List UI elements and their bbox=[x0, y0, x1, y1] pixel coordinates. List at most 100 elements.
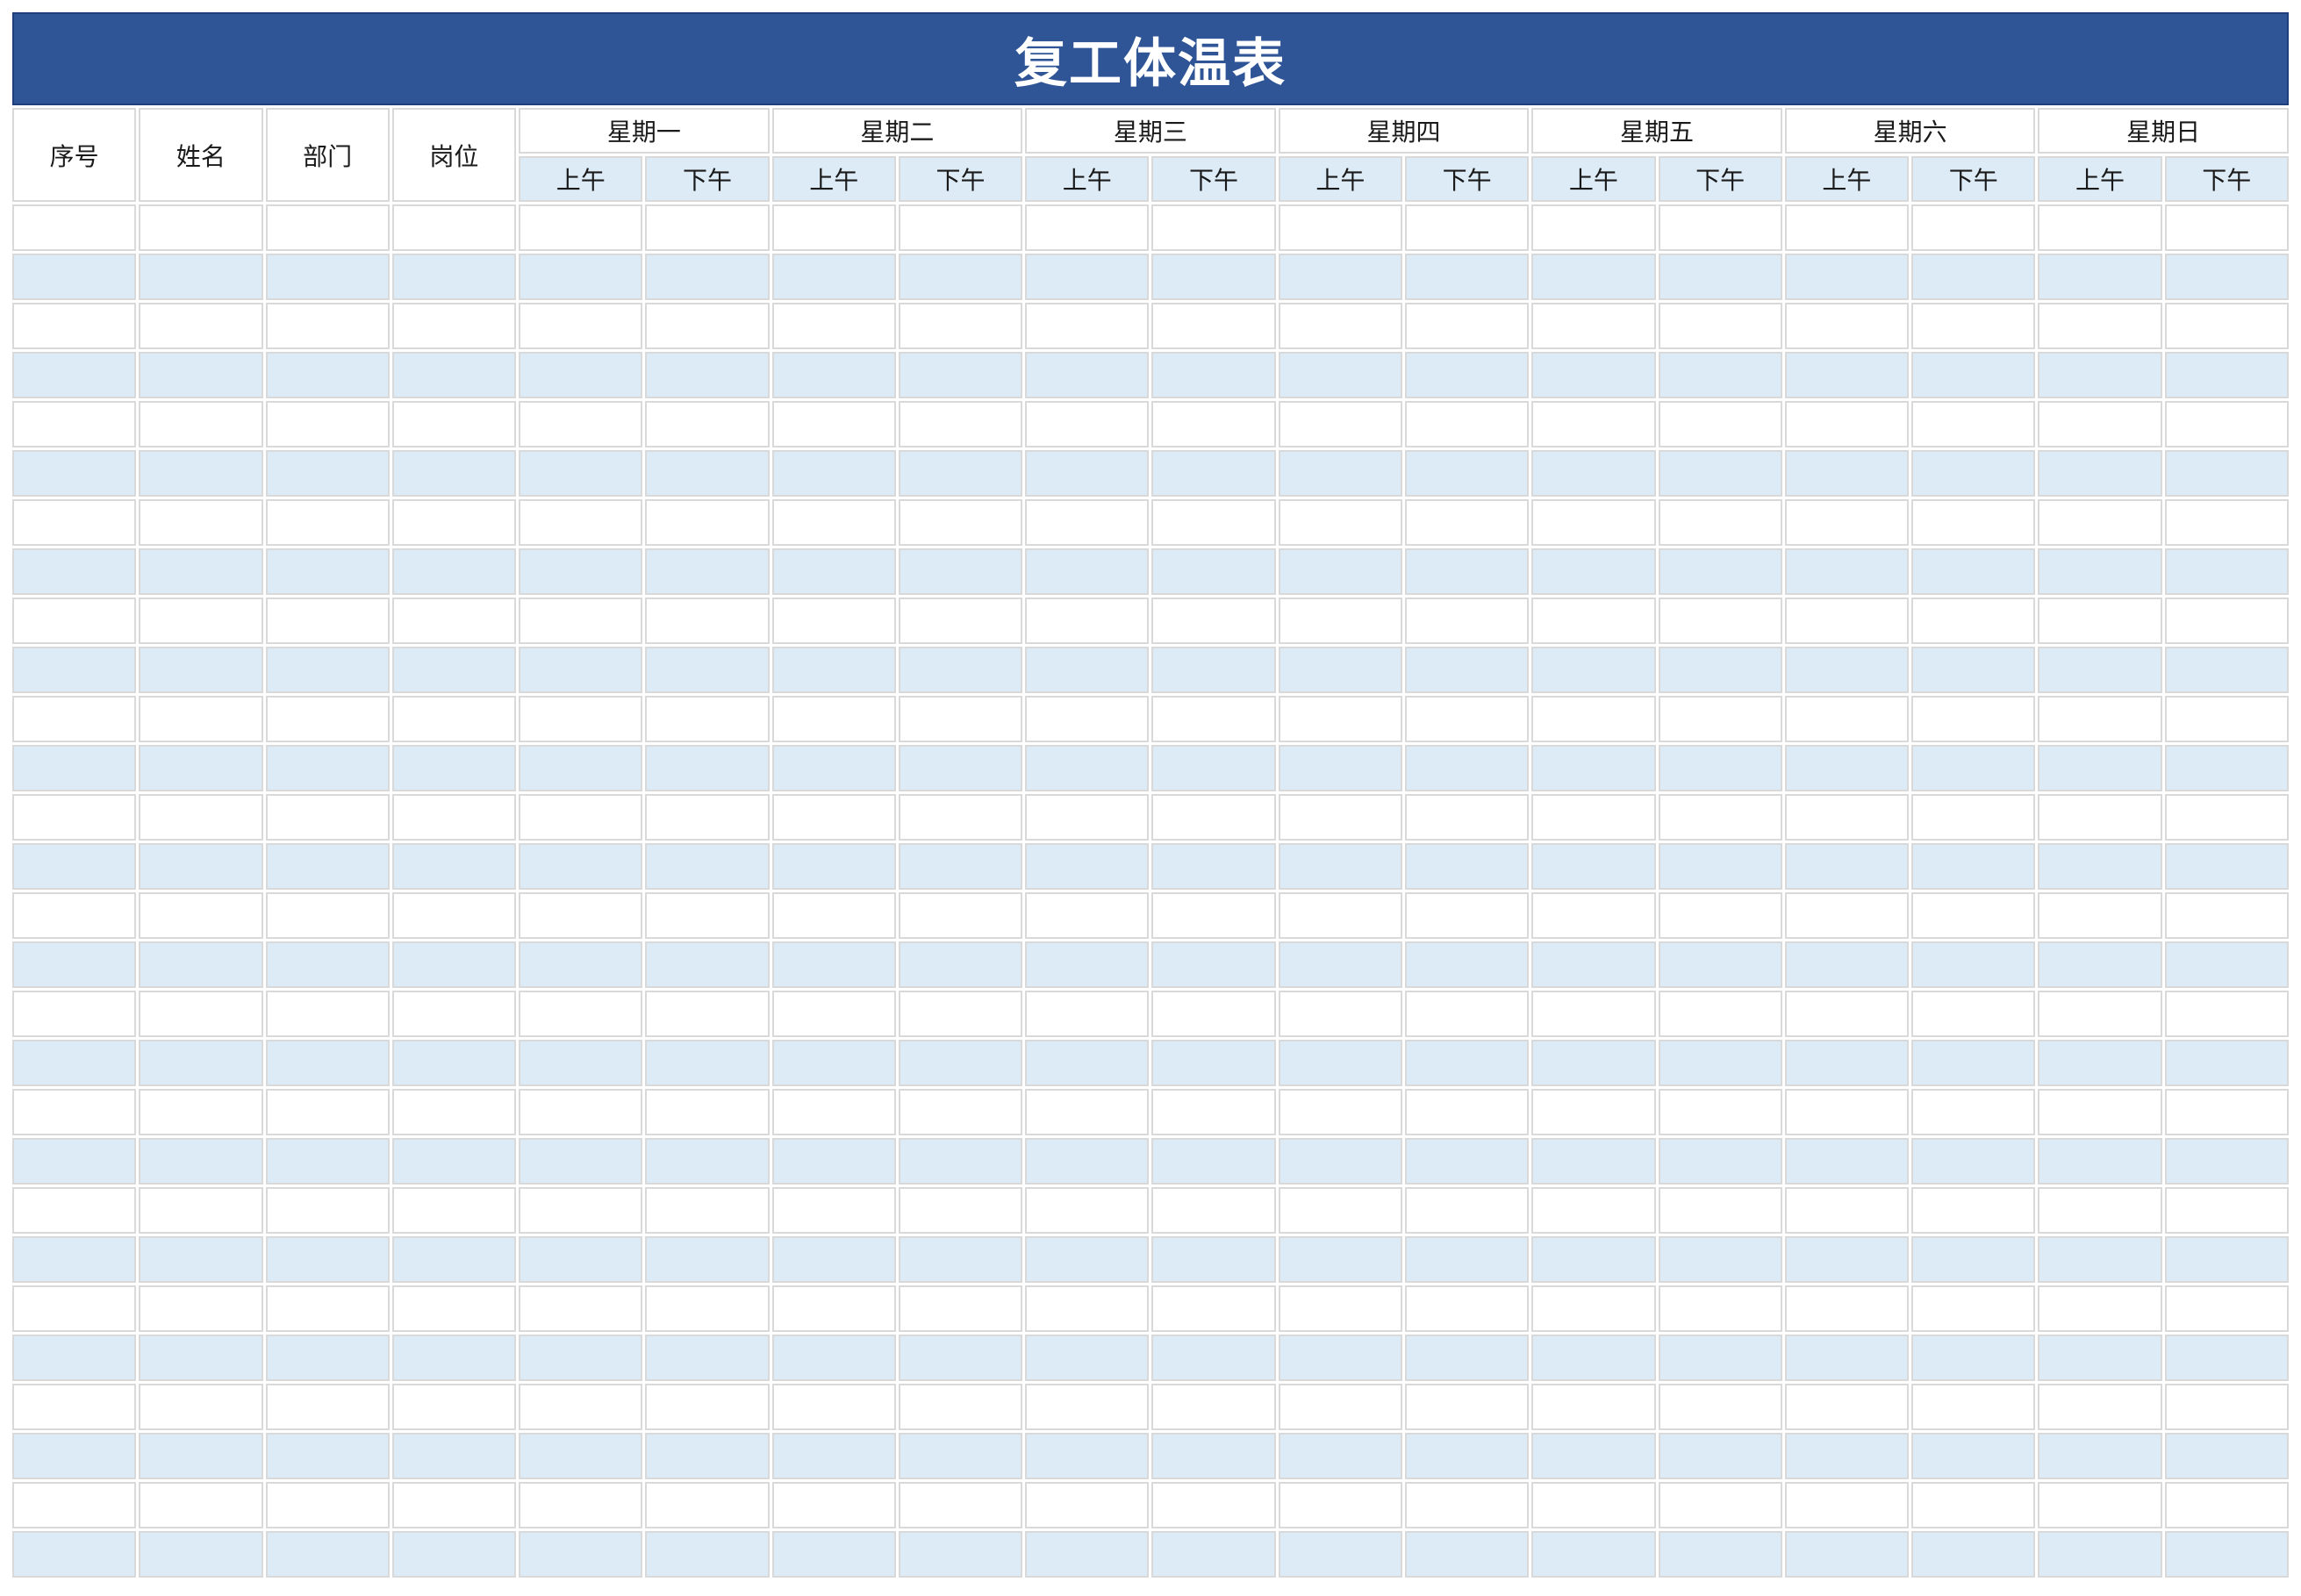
table-cell[interactable] bbox=[1911, 499, 2036, 546]
table-cell[interactable] bbox=[519, 1335, 643, 1381]
table-cell[interactable] bbox=[1784, 254, 1910, 300]
table-cell[interactable] bbox=[519, 401, 643, 447]
table-cell[interactable] bbox=[1151, 1089, 1276, 1135]
table-cell[interactable] bbox=[265, 548, 390, 595]
table-cell[interactable] bbox=[1025, 254, 1150, 300]
table-cell[interactable] bbox=[771, 941, 896, 988]
table-cell[interactable] bbox=[1025, 1384, 1150, 1430]
table-cell[interactable] bbox=[2038, 352, 2162, 398]
table-cell[interactable] bbox=[391, 647, 517, 693]
table-cell[interactable] bbox=[12, 598, 137, 644]
table-cell[interactable] bbox=[519, 991, 643, 1037]
table-cell[interactable] bbox=[1278, 1433, 1402, 1479]
table-cell[interactable] bbox=[12, 204, 137, 251]
table-cell[interactable] bbox=[2164, 647, 2289, 693]
table-cell[interactable] bbox=[1658, 696, 1782, 742]
table-cell[interactable] bbox=[1025, 352, 1150, 398]
table-cell[interactable] bbox=[12, 794, 137, 841]
table-cell[interactable] bbox=[1531, 892, 1656, 939]
table-cell[interactable] bbox=[2038, 1089, 2162, 1135]
table-cell[interactable] bbox=[265, 745, 390, 791]
table-cell[interactable] bbox=[391, 450, 517, 497]
table-cell[interactable] bbox=[1658, 892, 1782, 939]
table-cell[interactable] bbox=[1911, 1384, 2036, 1430]
table-cell[interactable] bbox=[391, 254, 517, 300]
table-cell[interactable] bbox=[139, 1531, 263, 1578]
table-cell[interactable] bbox=[1151, 794, 1276, 841]
table-cell[interactable] bbox=[645, 1433, 770, 1479]
table-cell[interactable] bbox=[139, 1089, 263, 1135]
table-cell[interactable] bbox=[2164, 352, 2289, 398]
table-cell[interactable] bbox=[1151, 1531, 1276, 1578]
table-cell[interactable] bbox=[1911, 598, 2036, 644]
table-cell[interactable] bbox=[1278, 303, 1402, 349]
table-cell[interactable] bbox=[1911, 254, 2036, 300]
table-cell[interactable] bbox=[1531, 794, 1656, 841]
table-cell[interactable] bbox=[1658, 1531, 1782, 1578]
table-cell[interactable] bbox=[1531, 1433, 1656, 1479]
table-cell[interactable] bbox=[519, 598, 643, 644]
table-cell[interactable] bbox=[1658, 254, 1782, 300]
table-cell[interactable] bbox=[1278, 1187, 1402, 1234]
table-cell[interactable] bbox=[1531, 647, 1656, 693]
table-cell[interactable] bbox=[1784, 1089, 1910, 1135]
table-cell[interactable] bbox=[265, 1335, 390, 1381]
table-cell[interactable] bbox=[1531, 1285, 1656, 1332]
table-cell[interactable] bbox=[2164, 303, 2289, 349]
table-cell[interactable] bbox=[391, 1089, 517, 1135]
table-cell[interactable] bbox=[1531, 352, 1656, 398]
table-cell[interactable] bbox=[1531, 1187, 1656, 1234]
table-cell[interactable] bbox=[898, 401, 1023, 447]
table-cell[interactable] bbox=[1025, 843, 1150, 890]
table-cell[interactable] bbox=[1784, 941, 1910, 988]
table-cell[interactable] bbox=[1911, 303, 2036, 349]
table-cell[interactable] bbox=[1784, 991, 1910, 1037]
table-cell[interactable] bbox=[12, 450, 137, 497]
table-cell[interactable] bbox=[1531, 1482, 1656, 1528]
table-cell[interactable] bbox=[2038, 1187, 2162, 1234]
table-cell[interactable] bbox=[898, 1040, 1023, 1086]
table-cell[interactable] bbox=[265, 352, 390, 398]
table-cell[interactable] bbox=[12, 499, 137, 546]
table-cell[interactable] bbox=[898, 254, 1023, 300]
table-cell[interactable] bbox=[1151, 499, 1276, 546]
table-cell[interactable] bbox=[12, 1236, 137, 1283]
table-cell[interactable] bbox=[139, 1236, 263, 1283]
table-cell[interactable] bbox=[2164, 1335, 2289, 1381]
table-cell[interactable] bbox=[1784, 303, 1910, 349]
table-cell[interactable] bbox=[2038, 204, 2162, 251]
table-cell[interactable] bbox=[1404, 647, 1530, 693]
table-cell[interactable] bbox=[1911, 794, 2036, 841]
table-cell[interactable] bbox=[391, 1531, 517, 1578]
table-cell[interactable] bbox=[1278, 1040, 1402, 1086]
table-cell[interactable] bbox=[1025, 1433, 1150, 1479]
table-cell[interactable] bbox=[12, 991, 137, 1037]
table-cell[interactable] bbox=[1025, 1089, 1150, 1135]
table-cell[interactable] bbox=[1911, 352, 2036, 398]
table-cell[interactable] bbox=[771, 1285, 896, 1332]
table-cell[interactable] bbox=[1151, 401, 1276, 447]
table-cell[interactable] bbox=[2164, 745, 2289, 791]
table-cell[interactable] bbox=[2038, 450, 2162, 497]
table-cell[interactable] bbox=[645, 598, 770, 644]
table-cell[interactable] bbox=[1278, 941, 1402, 988]
table-cell[interactable] bbox=[265, 1236, 390, 1283]
table-cell[interactable] bbox=[519, 1384, 643, 1430]
table-cell[interactable] bbox=[2164, 1187, 2289, 1234]
table-cell[interactable] bbox=[1404, 892, 1530, 939]
table-cell[interactable] bbox=[391, 1285, 517, 1332]
table-cell[interactable] bbox=[645, 204, 770, 251]
table-cell[interactable] bbox=[1531, 1384, 1656, 1430]
table-cell[interactable] bbox=[1531, 991, 1656, 1037]
table-cell[interactable] bbox=[898, 450, 1023, 497]
table-cell[interactable] bbox=[1025, 892, 1150, 939]
table-cell[interactable] bbox=[898, 1285, 1023, 1332]
table-cell[interactable] bbox=[1911, 204, 2036, 251]
table-cell[interactable] bbox=[1784, 1040, 1910, 1086]
table-cell[interactable] bbox=[265, 1040, 390, 1086]
table-cell[interactable] bbox=[898, 1482, 1023, 1528]
table-cell[interactable] bbox=[645, 991, 770, 1037]
table-cell[interactable] bbox=[1404, 1433, 1530, 1479]
table-cell[interactable] bbox=[1404, 843, 1530, 890]
table-cell[interactable] bbox=[898, 1433, 1023, 1479]
